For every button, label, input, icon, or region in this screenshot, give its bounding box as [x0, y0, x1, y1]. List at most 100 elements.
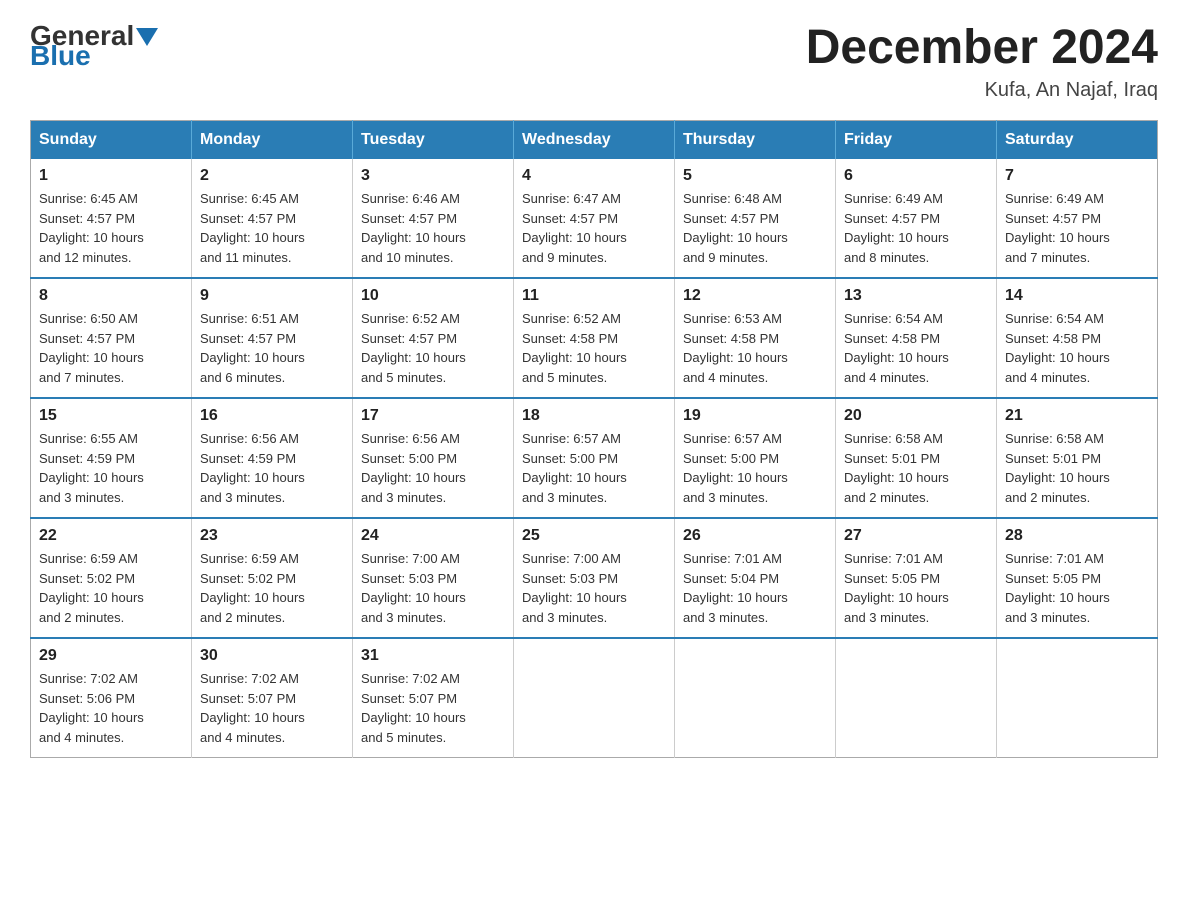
day-cell: 24 Sunrise: 7:00 AMSunset: 5:03 PMDaylig…	[353, 518, 514, 638]
day-number: 12	[683, 287, 827, 305]
day-cell: 19 Sunrise: 6:57 AMSunset: 5:00 PMDaylig…	[675, 398, 836, 518]
day-cell: 25 Sunrise: 7:00 AMSunset: 5:03 PMDaylig…	[514, 518, 675, 638]
day-cell: 26 Sunrise: 7:01 AMSunset: 5:04 PMDaylig…	[675, 518, 836, 638]
day-cell: 31 Sunrise: 7:02 AMSunset: 5:07 PMDaylig…	[353, 638, 514, 758]
day-info: Sunrise: 7:00 AMSunset: 5:03 PMDaylight:…	[361, 551, 466, 625]
weekday-header-monday: Monday	[192, 121, 353, 160]
day-info: Sunrise: 6:49 AMSunset: 4:57 PMDaylight:…	[1005, 191, 1110, 265]
day-cell: 12 Sunrise: 6:53 AMSunset: 4:58 PMDaylig…	[675, 278, 836, 398]
week-row-2: 8 Sunrise: 6:50 AMSunset: 4:57 PMDayligh…	[31, 278, 1158, 398]
day-info: Sunrise: 6:46 AMSunset: 4:57 PMDaylight:…	[361, 191, 466, 265]
day-info: Sunrise: 7:01 AMSunset: 5:05 PMDaylight:…	[1005, 551, 1110, 625]
weekday-header-saturday: Saturday	[997, 121, 1158, 160]
day-info: Sunrise: 6:49 AMSunset: 4:57 PMDaylight:…	[844, 191, 949, 265]
week-row-4: 22 Sunrise: 6:59 AMSunset: 5:02 PMDaylig…	[31, 518, 1158, 638]
day-number: 5	[683, 167, 827, 185]
day-number: 2	[200, 167, 344, 185]
day-info: Sunrise: 6:55 AMSunset: 4:59 PMDaylight:…	[39, 431, 144, 505]
title-area: December 2024 Kufa, An Najaf, Iraq	[806, 20, 1158, 102]
day-number: 10	[361, 287, 505, 305]
day-info: Sunrise: 6:45 AMSunset: 4:57 PMDaylight:…	[39, 191, 144, 265]
day-number: 3	[361, 167, 505, 185]
day-number: 9	[200, 287, 344, 305]
day-cell: 17 Sunrise: 6:56 AMSunset: 5:00 PMDaylig…	[353, 398, 514, 518]
day-cell: 10 Sunrise: 6:52 AMSunset: 4:57 PMDaylig…	[353, 278, 514, 398]
day-number: 8	[39, 287, 183, 305]
weekday-header-thursday: Thursday	[675, 121, 836, 160]
day-number: 27	[844, 527, 988, 545]
day-info: Sunrise: 6:56 AMSunset: 4:59 PMDaylight:…	[200, 431, 305, 505]
day-cell: 13 Sunrise: 6:54 AMSunset: 4:58 PMDaylig…	[836, 278, 997, 398]
day-info: Sunrise: 7:02 AMSunset: 5:07 PMDaylight:…	[200, 671, 305, 745]
day-cell: 16 Sunrise: 6:56 AMSunset: 4:59 PMDaylig…	[192, 398, 353, 518]
day-number: 18	[522, 407, 666, 425]
day-cell: 15 Sunrise: 6:55 AMSunset: 4:59 PMDaylig…	[31, 398, 192, 518]
weekday-header-row: SundayMondayTuesdayWednesdayThursdayFrid…	[31, 121, 1158, 160]
day-info: Sunrise: 7:02 AMSunset: 5:06 PMDaylight:…	[39, 671, 144, 745]
day-cell: 29 Sunrise: 7:02 AMSunset: 5:06 PMDaylig…	[31, 638, 192, 758]
logo-triangle-icon	[136, 28, 158, 46]
day-info: Sunrise: 6:52 AMSunset: 4:58 PMDaylight:…	[522, 311, 627, 385]
day-number: 11	[522, 287, 666, 305]
day-info: Sunrise: 6:48 AMSunset: 4:57 PMDaylight:…	[683, 191, 788, 265]
day-number: 30	[200, 647, 344, 665]
logo-blue-text: Blue	[30, 40, 91, 72]
day-info: Sunrise: 6:59 AMSunset: 5:02 PMDaylight:…	[39, 551, 144, 625]
day-cell: 6 Sunrise: 6:49 AMSunset: 4:57 PMDayligh…	[836, 159, 997, 278]
day-info: Sunrise: 6:45 AMSunset: 4:57 PMDaylight:…	[200, 191, 305, 265]
day-cell: 1 Sunrise: 6:45 AMSunset: 4:57 PMDayligh…	[31, 159, 192, 278]
day-info: Sunrise: 6:58 AMSunset: 5:01 PMDaylight:…	[844, 431, 949, 505]
day-cell: 2 Sunrise: 6:45 AMSunset: 4:57 PMDayligh…	[192, 159, 353, 278]
day-number: 17	[361, 407, 505, 425]
day-info: Sunrise: 6:51 AMSunset: 4:57 PMDaylight:…	[200, 311, 305, 385]
day-number: 21	[1005, 407, 1149, 425]
day-number: 28	[1005, 527, 1149, 545]
day-info: Sunrise: 6:47 AMSunset: 4:57 PMDaylight:…	[522, 191, 627, 265]
day-info: Sunrise: 6:53 AMSunset: 4:58 PMDaylight:…	[683, 311, 788, 385]
day-cell: 27 Sunrise: 7:01 AMSunset: 5:05 PMDaylig…	[836, 518, 997, 638]
weekday-header-wednesday: Wednesday	[514, 121, 675, 160]
month-title: December 2024	[806, 20, 1158, 75]
day-number: 16	[200, 407, 344, 425]
day-info: Sunrise: 6:57 AMSunset: 5:00 PMDaylight:…	[683, 431, 788, 505]
day-number: 19	[683, 407, 827, 425]
day-cell: 4 Sunrise: 6:47 AMSunset: 4:57 PMDayligh…	[514, 159, 675, 278]
day-cell: 8 Sunrise: 6:50 AMSunset: 4:57 PMDayligh…	[31, 278, 192, 398]
day-number: 14	[1005, 287, 1149, 305]
day-cell: 28 Sunrise: 7:01 AMSunset: 5:05 PMDaylig…	[997, 518, 1158, 638]
day-cell: 5 Sunrise: 6:48 AMSunset: 4:57 PMDayligh…	[675, 159, 836, 278]
day-number: 7	[1005, 167, 1149, 185]
day-info: Sunrise: 7:00 AMSunset: 5:03 PMDaylight:…	[522, 551, 627, 625]
day-info: Sunrise: 6:59 AMSunset: 5:02 PMDaylight:…	[200, 551, 305, 625]
day-info: Sunrise: 6:52 AMSunset: 4:57 PMDaylight:…	[361, 311, 466, 385]
day-cell: 22 Sunrise: 6:59 AMSunset: 5:02 PMDaylig…	[31, 518, 192, 638]
day-cell: 30 Sunrise: 7:02 AMSunset: 5:07 PMDaylig…	[192, 638, 353, 758]
day-cell	[997, 638, 1158, 758]
day-cell: 7 Sunrise: 6:49 AMSunset: 4:57 PMDayligh…	[997, 159, 1158, 278]
day-cell: 9 Sunrise: 6:51 AMSunset: 4:57 PMDayligh…	[192, 278, 353, 398]
day-number: 1	[39, 167, 183, 185]
day-number: 23	[200, 527, 344, 545]
day-info: Sunrise: 6:54 AMSunset: 4:58 PMDaylight:…	[844, 311, 949, 385]
week-row-3: 15 Sunrise: 6:55 AMSunset: 4:59 PMDaylig…	[31, 398, 1158, 518]
day-cell: 14 Sunrise: 6:54 AMSunset: 4:58 PMDaylig…	[997, 278, 1158, 398]
day-number: 24	[361, 527, 505, 545]
location-title: Kufa, An Najaf, Iraq	[806, 79, 1158, 102]
day-info: Sunrise: 7:01 AMSunset: 5:05 PMDaylight:…	[844, 551, 949, 625]
logo: General Blue	[30, 20, 158, 72]
day-info: Sunrise: 6:50 AMSunset: 4:57 PMDaylight:…	[39, 311, 144, 385]
day-number: 15	[39, 407, 183, 425]
day-number: 31	[361, 647, 505, 665]
day-number: 13	[844, 287, 988, 305]
day-number: 26	[683, 527, 827, 545]
week-row-1: 1 Sunrise: 6:45 AMSunset: 4:57 PMDayligh…	[31, 159, 1158, 278]
day-number: 4	[522, 167, 666, 185]
day-cell	[514, 638, 675, 758]
day-cell: 23 Sunrise: 6:59 AMSunset: 5:02 PMDaylig…	[192, 518, 353, 638]
day-cell: 18 Sunrise: 6:57 AMSunset: 5:00 PMDaylig…	[514, 398, 675, 518]
day-info: Sunrise: 7:01 AMSunset: 5:04 PMDaylight:…	[683, 551, 788, 625]
day-info: Sunrise: 6:58 AMSunset: 5:01 PMDaylight:…	[1005, 431, 1110, 505]
day-cell: 3 Sunrise: 6:46 AMSunset: 4:57 PMDayligh…	[353, 159, 514, 278]
day-cell	[836, 638, 997, 758]
calendar-table: SundayMondayTuesdayWednesdayThursdayFrid…	[30, 120, 1158, 758]
